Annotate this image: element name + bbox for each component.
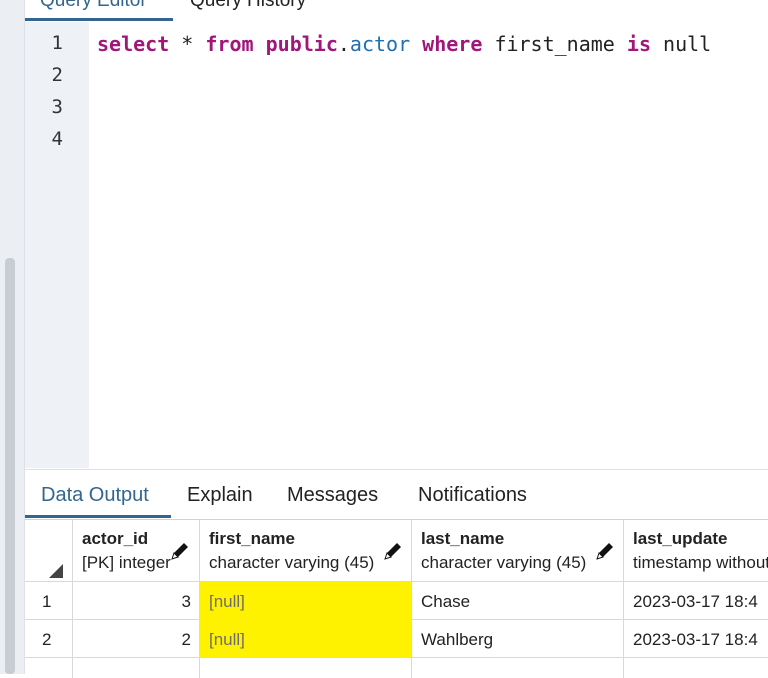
column-type: character varying (45): [209, 553, 375, 572]
table-cell-last-name[interactable]: Wahlberg: [412, 620, 624, 658]
active-results-tab-indicator: [25, 515, 171, 518]
keyword-where: where: [422, 32, 483, 56]
tab-notifications[interactable]: Notifications: [418, 484, 527, 507]
sql-query-line[interactable]: select * from public.actor where first_n…: [97, 32, 711, 56]
table-cell-first-name[interactable]: [null]: [200, 582, 412, 620]
line-number: 4: [51, 128, 63, 150]
tab-explain[interactable]: Explain: [187, 484, 253, 507]
empty-row-cell: [25, 658, 73, 678]
line-number: 3: [51, 96, 63, 118]
pencil-icon[interactable]: [594, 540, 616, 562]
keyword-from: from: [205, 32, 254, 56]
line-number-gutter: 1 2 3 4: [25, 22, 89, 468]
corner-triangle-icon: [49, 564, 63, 578]
active-tab-indicator: [25, 18, 173, 21]
column-name: last_name: [421, 529, 505, 548]
column-type: timestamp without time zone: [633, 553, 768, 572]
column-name: actor_id: [82, 529, 149, 548]
line-number: 1: [51, 32, 63, 54]
table-cell-last-update[interactable]: 2023-03-17 18:4: [624, 620, 768, 658]
tab-query-editor[interactable]: Query Editor: [40, 0, 147, 12]
select-all-corner[interactable]: [25, 520, 73, 582]
line-number: 2: [51, 64, 63, 86]
column-name: first_name: [209, 529, 295, 548]
empty-row-cell: [412, 658, 624, 678]
column-header-last-update[interactable]: last_update timestamp without time zone: [624, 520, 768, 582]
column-name: last_update: [633, 529, 728, 548]
dot-separator: .: [337, 32, 350, 56]
table-cell-actor-id[interactable]: 2: [73, 620, 200, 658]
column-identifier: first_name: [494, 32, 615, 56]
tab-messages[interactable]: Messages: [287, 484, 378, 507]
row-number[interactable]: 1: [25, 582, 73, 620]
schema-name: public: [265, 32, 338, 56]
table-cell-actor-id[interactable]: 3: [73, 582, 200, 620]
table-cell-last-update[interactable]: 2023-03-17 18:4: [624, 582, 768, 620]
tab-data-output[interactable]: Data Output: [41, 484, 149, 507]
sql-editor[interactable]: select * from public.actor where first_n…: [89, 22, 768, 468]
table-cell-first-name[interactable]: [null]: [200, 620, 412, 658]
data-output-grid: actor_id [PK] integer first_name charact…: [25, 519, 768, 678]
left-panel-strip: [0, 0, 25, 674]
tab-query-history[interactable]: Query History: [190, 0, 306, 12]
left-scrollbar-thumb[interactable]: [5, 258, 15, 674]
pencil-icon[interactable]: [169, 540, 191, 562]
keyword-null: null: [663, 32, 712, 56]
row-number[interactable]: 2: [25, 620, 73, 658]
table-cell-last-name[interactable]: Chase: [412, 582, 624, 620]
column-type: [PK] integer: [82, 553, 171, 572]
column-type: character varying (45): [421, 553, 587, 572]
table-name: actor: [349, 32, 411, 56]
star-operator: *: [181, 32, 194, 56]
pencil-icon[interactable]: [382, 540, 404, 562]
keyword-is: is: [626, 32, 651, 56]
empty-row-cell: [73, 658, 200, 678]
empty-row-cell: [200, 658, 412, 678]
keyword-select: select: [97, 32, 170, 56]
results-tab-bar: Data Output Explain Messages Notificatio…: [25, 469, 768, 520]
column-header-actor-id[interactable]: actor_id [PK] integer: [73, 520, 200, 582]
column-header-last-name[interactable]: last_name character varying (45): [412, 520, 624, 582]
column-header-first-name[interactable]: first_name character varying (45): [200, 520, 412, 582]
